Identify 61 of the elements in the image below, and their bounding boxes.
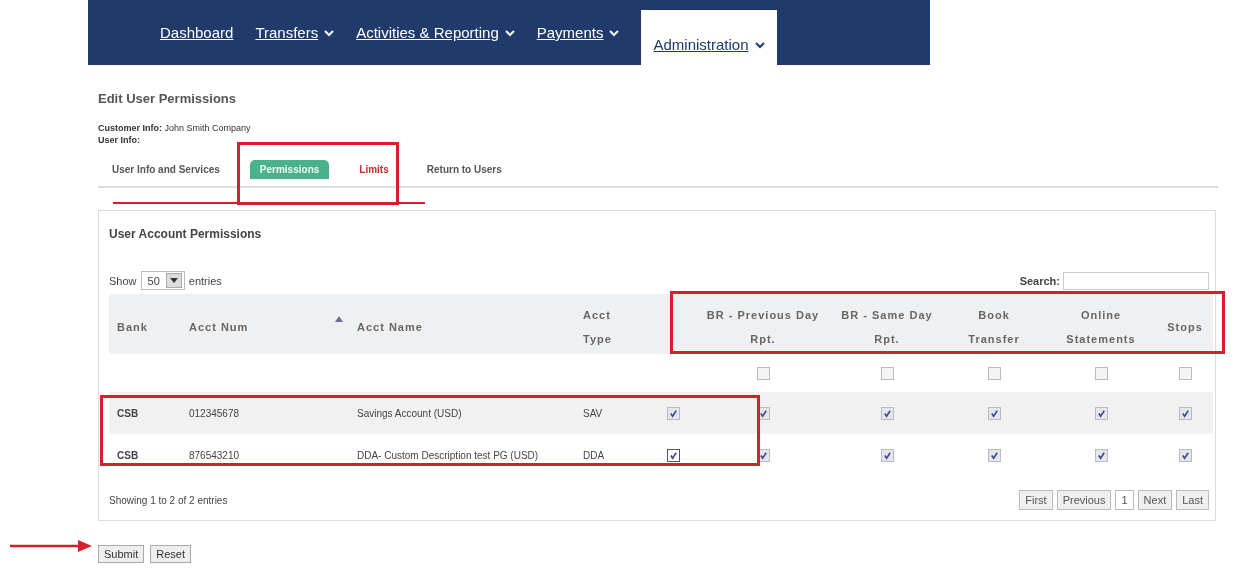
table-cell: SAV [575, 392, 651, 434]
panel-title: User Account Permissions [109, 227, 263, 241]
column-header[interactable]: BR - Previous Day Rpt. [695, 294, 831, 354]
checkbox[interactable] [666, 448, 680, 462]
page-title: Edit User Permissions [98, 91, 237, 106]
tab[interactable]: Return to Users [418, 160, 510, 179]
search-field[interactable] [1063, 271, 1209, 290]
column-header[interactable]: Acct Name [349, 294, 575, 354]
nav-item[interactable]: Dashboard [160, 0, 234, 65]
dropdown-icon [165, 273, 182, 288]
checkbox[interactable] [880, 448, 894, 462]
form-button[interactable]: Submit [98, 545, 145, 563]
checkbox[interactable] [1178, 366, 1192, 380]
nav-item[interactable]: Payments [536, 0, 620, 65]
form-button[interactable]: Reset [150, 545, 191, 563]
customer-info-label: Customer Info: [98, 123, 162, 133]
show-label: Show [109, 274, 137, 287]
nav-item[interactable]: Administration [641, 10, 777, 65]
sort-ascending-icon [335, 316, 343, 322]
table-cell: CSB [109, 434, 181, 476]
column-header[interactable]: Bank [109, 294, 181, 354]
column-header[interactable]: BR - Same Day Rpt. [831, 294, 943, 354]
pagination-button[interactable]: Last [1176, 490, 1209, 510]
entries-label: entries [188, 274, 222, 287]
tab[interactable]: Limits [351, 160, 397, 179]
checkbox[interactable] [1094, 406, 1108, 420]
pagination-button[interactable]: 1 [1115, 490, 1134, 510]
arrow-icon [10, 539, 92, 553]
column-header[interactable]: Acct Type [575, 294, 651, 354]
user-info-label: User Info: [98, 135, 140, 145]
customer-info-value: John Smith Company [164, 123, 251, 133]
checkbox[interactable] [756, 366, 770, 380]
pagination-button[interactable]: Previous [1056, 490, 1112, 510]
column-header[interactable]: Online Statements [1045, 294, 1157, 354]
nav-item[interactable]: Activities & Reporting [356, 0, 515, 65]
checkbox[interactable] [1094, 366, 1108, 380]
table-cell: DDA- Custom Description test PG (USD) [349, 434, 575, 476]
entries-select[interactable]: 50 [140, 271, 185, 290]
checkbox[interactable] [1094, 448, 1108, 462]
checkbox[interactable] [987, 448, 1001, 462]
table-cell: 012345678 [181, 392, 349, 434]
table-cell: DDA [575, 434, 651, 476]
checkbox[interactable] [1178, 406, 1192, 420]
search-label: Search: [1019, 274, 1060, 287]
checkbox[interactable] [987, 406, 1001, 420]
checkbox[interactable] [880, 366, 894, 380]
nav-item[interactable]: Transfers [255, 0, 335, 65]
pagination-button[interactable]: Next [1137, 490, 1173, 510]
checkbox[interactable] [666, 406, 680, 420]
table-cell: 876543210 [181, 434, 349, 476]
table-cell: Savings Account (USD) [349, 392, 575, 434]
checkbox[interactable] [1178, 448, 1192, 462]
column-header[interactable]: Acct Num [181, 294, 349, 354]
checkbox[interactable] [987, 366, 1001, 380]
column-header[interactable]: Stops [1157, 294, 1213, 354]
tab[interactable]: User Info and Services [104, 160, 228, 179]
column-header[interactable]: Book Transfer [943, 294, 1045, 354]
table-cell: CSB [109, 392, 181, 434]
pagination-button[interactable]: First [1019, 490, 1053, 510]
entries-info: Showing 1 to 2 of 2 entries [109, 494, 228, 506]
checkbox[interactable] [880, 406, 894, 420]
